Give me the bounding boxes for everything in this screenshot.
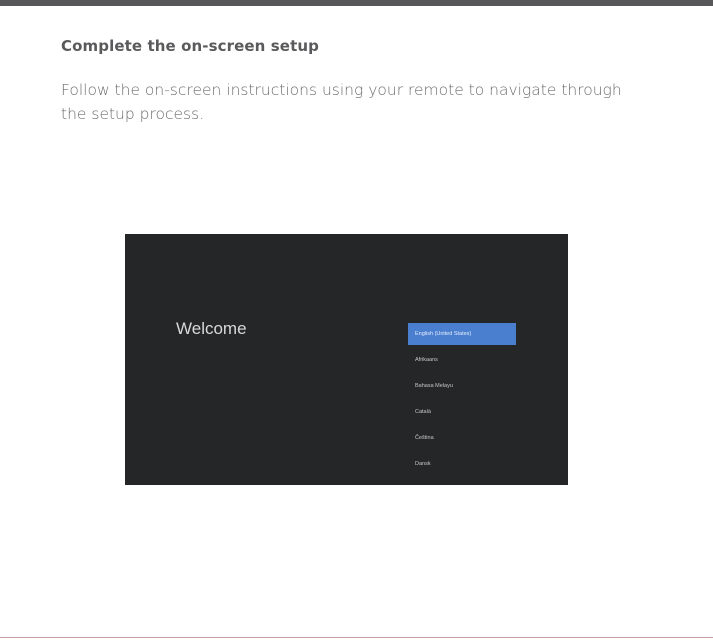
manual-page: Complete the on-screen setup Follow the … xyxy=(0,0,713,640)
welcome-title: Welcome xyxy=(176,319,247,338)
section-heading: Complete the on-screen setup xyxy=(61,37,319,55)
language-option-catala[interactable]: Català xyxy=(408,401,516,427)
language-option-cestina[interactable]: Čeština xyxy=(408,427,516,453)
language-list: English (United States) Afrikaans Bahasa… xyxy=(408,323,516,479)
tv-setup-screenshot: Welcome English (United States) Afrikaan… xyxy=(125,234,568,485)
language-option-dansk[interactable]: Dansk xyxy=(408,453,516,479)
top-bar xyxy=(0,0,713,6)
bottom-divider xyxy=(0,637,713,638)
language-option-afrikaans[interactable]: Afrikaans xyxy=(408,349,516,375)
instruction-text: Follow the on-screen instructions using … xyxy=(61,81,622,123)
language-option-english-us[interactable]: English (United States) xyxy=(408,323,516,345)
language-option-bahasa-melayu[interactable]: Bahasa Melayu xyxy=(408,375,516,401)
